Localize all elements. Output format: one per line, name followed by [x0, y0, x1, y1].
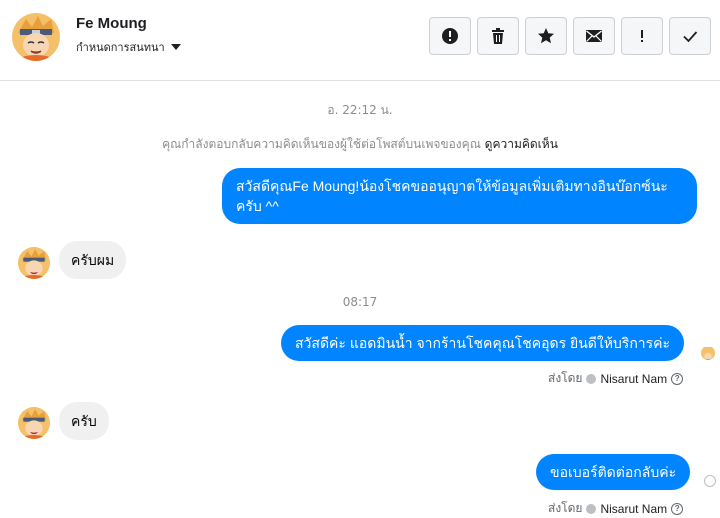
sent-by-label: ส่งโดย: [548, 371, 583, 385]
sent-by-label: ส่งโดย: [548, 501, 583, 515]
sent-by-info: ส่งโดย Nisarut Nam ?: [548, 369, 684, 388]
caret-down-icon: [170, 44, 181, 50]
envelope-icon: [586, 30, 602, 42]
incoming-message[interactable]: ครับ: [59, 402, 109, 440]
incoming-message[interactable]: ครับผม: [59, 241, 127, 279]
sender-name[interactable]: Nisarut Nam: [600, 502, 667, 516]
alert-circle-icon: [442, 28, 458, 44]
star-icon: [538, 28, 554, 44]
trash-icon: [492, 28, 504, 44]
outgoing-message[interactable]: ขอเบอร์ติดต่อกลับค่ะ: [536, 454, 691, 490]
conversation-settings-label: กำหนดการสนทนา: [76, 41, 165, 54]
outgoing-message[interactable]: สวัสดีค่ะ แอดมินน้ำ จากร้านโชคคุณโชคอุดร…: [281, 325, 685, 361]
mark-unread-button[interactable]: [573, 17, 615, 55]
help-icon[interactable]: ?: [671, 502, 684, 515]
star-button[interactable]: [525, 17, 567, 55]
seen-avatar: [701, 346, 715, 360]
conversation-settings-dropdown[interactable]: กำหนดการสนทนา: [76, 38, 181, 56]
timestamp: 08:17: [342, 295, 378, 309]
reply-notice-text: คุณกำลังตอบกลับความคิดเห็นของผู้ใช้ต่อโพ…: [162, 137, 481, 151]
contact-avatar-small[interactable]: [18, 407, 50, 439]
contact-avatar-small[interactable]: [18, 247, 50, 279]
exclamation-icon: [641, 30, 643, 42]
conversation-header: Fe Moung กำหนดการสนทนา: [0, 0, 720, 81]
contact-name[interactable]: Fe Moung: [76, 15, 147, 32]
check-icon: [683, 31, 698, 43]
delete-button[interactable]: [477, 17, 519, 55]
reply-notice: คุณกำลังตอบกลับความคิดเห็นของผู้ใช้ต่อโพ…: [0, 135, 720, 154]
important-button[interactable]: [621, 17, 663, 55]
view-comment-link[interactable]: ดูความคิดเห็น: [485, 137, 558, 151]
help-icon[interactable]: ?: [671, 372, 684, 385]
sender-name[interactable]: Nisarut Nam: [600, 372, 667, 386]
mark-done-button[interactable]: [669, 17, 711, 55]
delivered-icon: [704, 475, 716, 487]
verified-icon: [586, 503, 597, 514]
sent-by-info: ส่งโดย Nisarut Nam ?: [548, 499, 684, 518]
contact-avatar[interactable]: [12, 13, 60, 61]
outgoing-message[interactable]: สวัสดีคุณFe Moung!น้องโชคขออนุญาตให้ข้อม…: [222, 168, 697, 224]
report-button[interactable]: [429, 17, 471, 55]
timestamp: อ. 22:12 น.: [327, 103, 393, 117]
verified-icon: [586, 373, 597, 384]
